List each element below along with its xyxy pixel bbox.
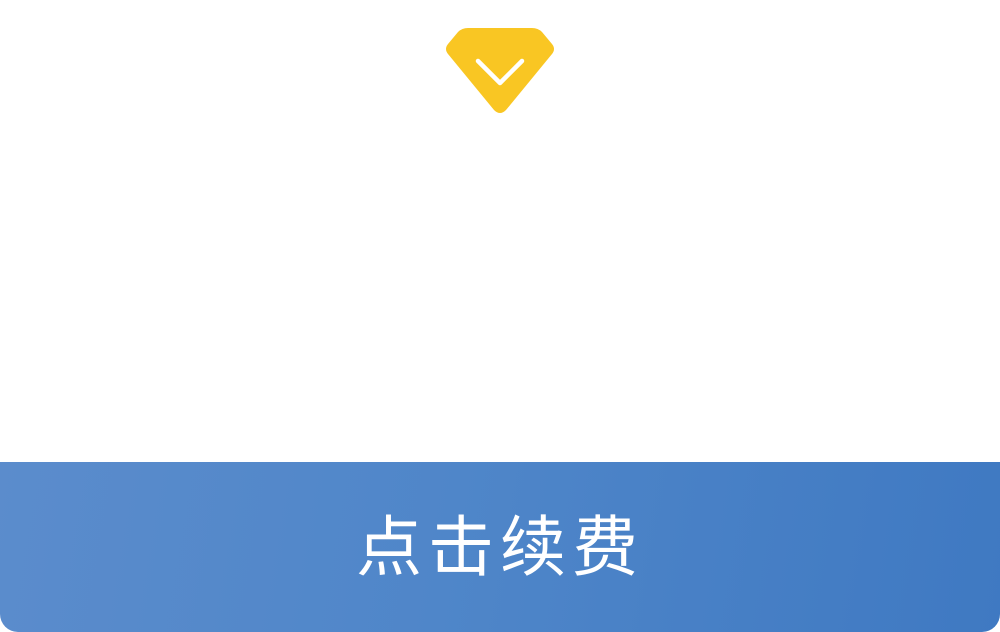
renew-button[interactable]: 点击续费 [0,462,1000,632]
renew-button-label: 点击续费 [356,509,644,586]
card-body [0,120,1000,460]
diamond-icon [444,26,556,118]
renewal-card: 点击续费 [0,0,1000,632]
